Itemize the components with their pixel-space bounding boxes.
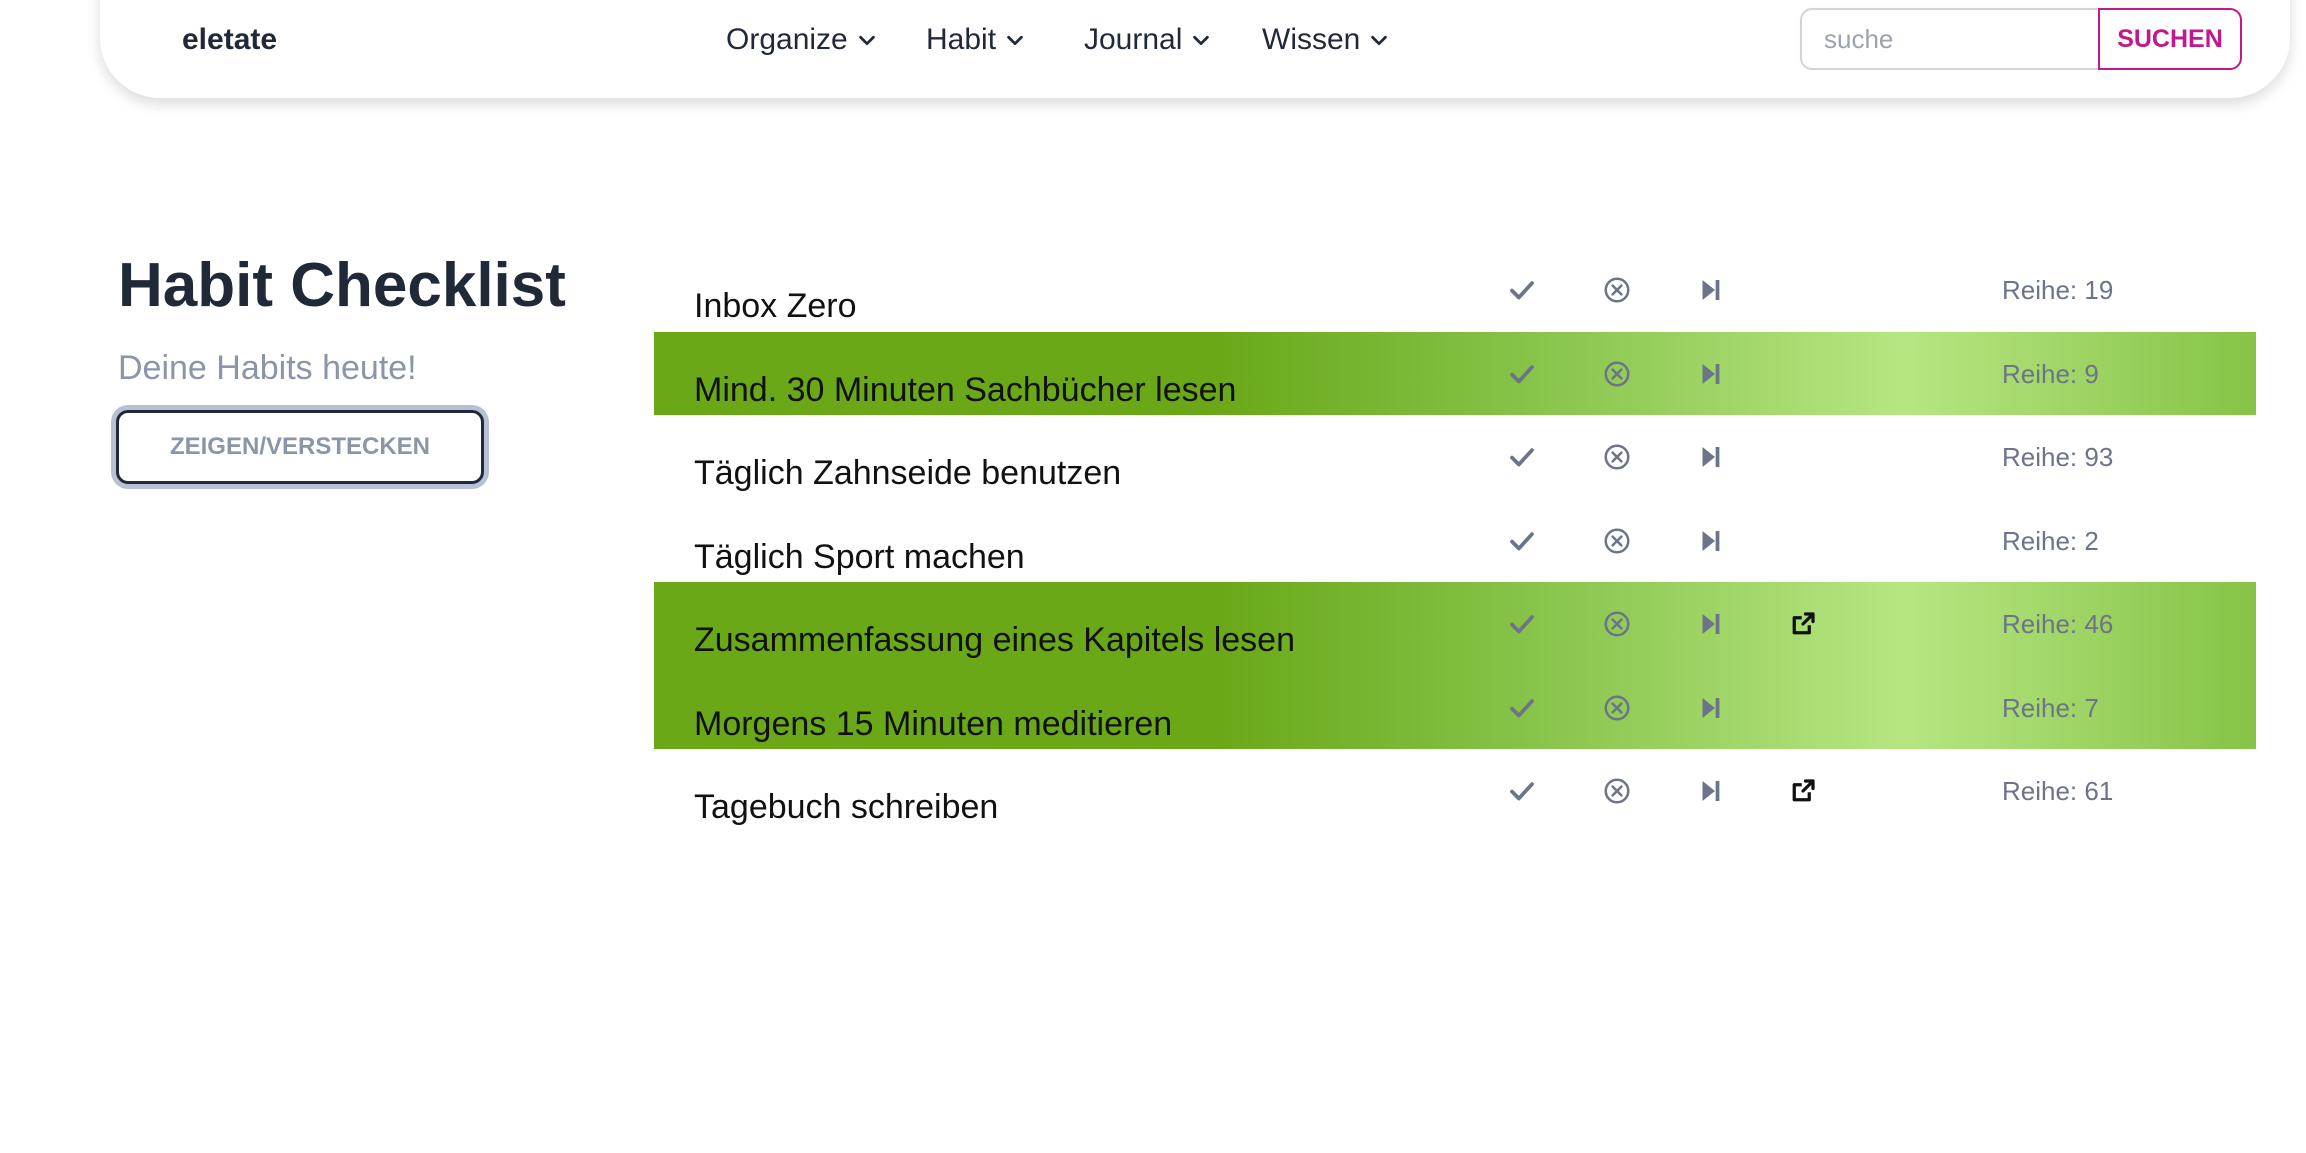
check-icon[interactable]: [1500, 435, 1544, 479]
check-icon[interactable]: [1500, 519, 1544, 563]
streak-value: 61: [2084, 776, 2114, 806]
external-link-icon[interactable]: [1781, 602, 1825, 646]
chevron-down-icon: [1007, 35, 1023, 46]
nav-item-wissen[interactable]: Wissen: [1262, 0, 1390, 80]
habit-name: Mind. 30 Minuten Sachbücher lesen: [694, 370, 1237, 409]
streak-value: 2: [2084, 525, 2099, 556]
skip-forward-icon[interactable]: [1688, 519, 1732, 563]
x-circle-icon[interactable]: [1595, 686, 1639, 730]
nav-label-habit: Habit: [926, 23, 997, 56]
habit-list: Inbox Zero Reihe: 19 Mind. 30 Minuten Sach…: [654, 248, 2256, 833]
brand-logo[interactable]: eletate: [182, 0, 277, 80]
streak-label: Reihe:: [2002, 692, 2078, 723]
check-icon[interactable]: [1500, 602, 1544, 646]
habit-name: Tagebuch schreiben: [694, 788, 999, 826]
nav-item-journal[interactable]: Journal: [1084, 0, 1212, 80]
streak-value: 19: [2084, 275, 2114, 305]
external-link-icon[interactable]: [1781, 769, 1825, 813]
streak-count: Reihe: 19: [2002, 270, 2113, 310]
skip-forward-icon[interactable]: [1688, 352, 1732, 396]
streak-value: 9: [2084, 358, 2099, 389]
skip-forward-icon[interactable]: [1688, 268, 1732, 312]
nav-label-wissen: Wissen: [1262, 23, 1361, 56]
habit-name: Morgens 15 Minuten meditieren: [694, 704, 1173, 743]
streak-count: Reihe: 7: [2002, 688, 2099, 728]
habit-row: Morgens 15 Minuten meditieren Reihe: 7: [654, 665, 2256, 749]
x-circle-icon[interactable]: [1595, 268, 1639, 312]
streak-label: Reihe:: [2002, 358, 2078, 389]
skip-forward-icon[interactable]: [1688, 602, 1732, 646]
nav-item-habit[interactable]: Habit: [926, 0, 1026, 80]
habit-row: Mind. 30 Minuten Sachbücher lesen Reihe: …: [654, 331, 2256, 415]
habit-row: Tagebuch schreiben Reihe: 61: [654, 749, 2256, 833]
chevron-down-icon: [858, 35, 875, 46]
chevron-down-icon: [1193, 35, 1210, 46]
check-icon[interactable]: [1500, 268, 1544, 312]
streak-count: Reihe: 61: [2002, 771, 2113, 811]
check-icon[interactable]: [1500, 352, 1544, 396]
habit-row: Täglich Zahnseide benutzen Reihe: 93: [654, 415, 2256, 499]
habit-row: Inbox Zero Reihe: 19: [654, 248, 2256, 332]
skip-forward-icon[interactable]: [1688, 769, 1732, 813]
habit-name: Zusammenfassung eines Kapitels lesen: [694, 621, 1295, 659]
search-input[interactable]: [1800, 8, 2098, 70]
page-title: Habit Checklist: [118, 251, 566, 320]
habit-row: Täglich Sport machen Reihe: 2: [654, 499, 2256, 583]
skip-forward-icon[interactable]: [1688, 435, 1732, 479]
streak-count: Reihe: 46: [2002, 604, 2113, 644]
habit-row: Zusammenfassung eines Kapitels lesen Reih…: [654, 582, 2256, 666]
streak-count: Reihe: 2: [2002, 521, 2099, 561]
streak-label: Reihe:: [2002, 275, 2078, 305]
streak-label: Reihe:: [2002, 609, 2078, 639]
habit-name: Täglich Zahnseide benutzen: [694, 454, 1122, 492]
chevron-down-icon: [1371, 35, 1388, 46]
streak-label: Reihe:: [2002, 776, 2078, 806]
streak-label: Reihe:: [2002, 442, 2078, 472]
nav-label-journal: Journal: [1084, 23, 1183, 56]
streak-count: Reihe: 9: [2002, 354, 2099, 394]
streak-count: Reihe: 93: [2002, 437, 2113, 477]
nav-item-organize[interactable]: Organize: [726, 0, 878, 80]
show-hide-button[interactable]: ZEIGEN/VERSTECKEN: [116, 410, 484, 484]
check-icon[interactable]: [1500, 686, 1544, 730]
streak-value: 46: [2084, 609, 2114, 639]
check-icon[interactable]: [1500, 769, 1544, 813]
streak-value: 7: [2084, 692, 2099, 723]
streak-label: Reihe:: [2002, 525, 2078, 556]
top-navbar: eletate Organize Habit Journal Wissen SU…: [100, 0, 2290, 98]
x-circle-icon[interactable]: [1595, 602, 1639, 646]
nav-label-organize: Organize: [726, 23, 848, 56]
x-circle-icon[interactable]: [1595, 435, 1639, 479]
habit-name: Täglich Sport machen: [694, 537, 1025, 576]
streak-value: 93: [2084, 442, 2114, 472]
page-subtitle: Deine Habits heute!: [118, 349, 417, 387]
x-circle-icon[interactable]: [1595, 352, 1639, 396]
x-circle-icon[interactable]: [1595, 769, 1639, 813]
habit-name: Inbox Zero: [694, 287, 857, 325]
search-button[interactable]: SUCHEN: [2098, 8, 2242, 70]
x-circle-icon[interactable]: [1595, 519, 1639, 563]
skip-forward-icon[interactable]: [1688, 686, 1732, 730]
